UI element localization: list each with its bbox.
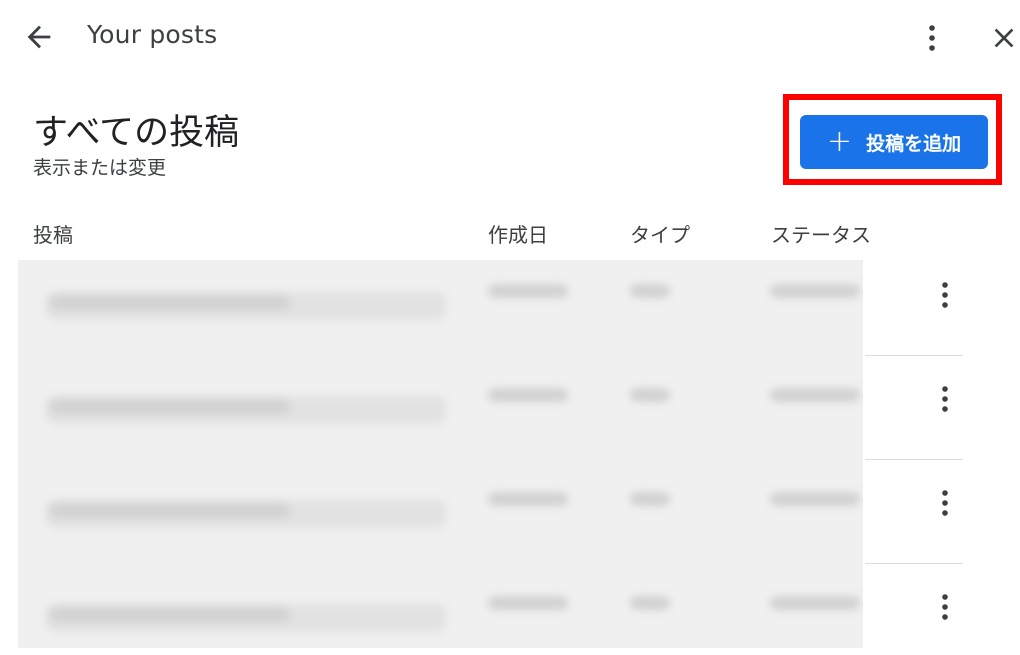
more-vert-icon	[942, 386, 948, 412]
arrow-back-icon	[27, 25, 51, 49]
table-row[interactable]	[18, 572, 863, 648]
more-vert-icon	[942, 282, 948, 308]
close-button[interactable]	[988, 22, 1020, 54]
add-post-label: 投稿を追加	[866, 132, 962, 155]
row-divider	[865, 459, 963, 460]
page-title: すべての投稿	[33, 113, 240, 153]
row-more-button[interactable]	[930, 382, 960, 416]
page-subtitle: 表示または変更	[33, 157, 167, 179]
table-row[interactable]	[18, 364, 863, 468]
close-icon	[994, 28, 1014, 48]
plus-icon: +	[826, 124, 853, 159]
row-divider	[865, 563, 963, 564]
app-title: Your posts	[87, 20, 218, 49]
row-more-button[interactable]	[930, 590, 960, 624]
table-row[interactable]	[18, 468, 863, 572]
more-options-button[interactable]	[918, 22, 946, 54]
posts-list-blurred	[18, 260, 863, 648]
more-vert-icon	[942, 594, 948, 620]
add-post-button[interactable]: + 投稿を追加	[800, 115, 988, 169]
column-header-created-date: 作成日	[488, 223, 548, 247]
back-button[interactable]	[22, 20, 56, 54]
top-app-bar: Your posts	[0, 0, 1020, 76]
column-header-status: ステータス	[771, 223, 871, 247]
row-more-button[interactable]	[930, 486, 960, 520]
column-header-type: タイプ	[630, 223, 690, 247]
table-row[interactable]	[18, 260, 863, 364]
row-more-button[interactable]	[930, 278, 960, 312]
more-vert-icon	[942, 490, 948, 516]
row-divider	[865, 355, 963, 356]
column-header-post: 投稿	[33, 223, 73, 247]
more-vert-icon	[929, 25, 935, 51]
